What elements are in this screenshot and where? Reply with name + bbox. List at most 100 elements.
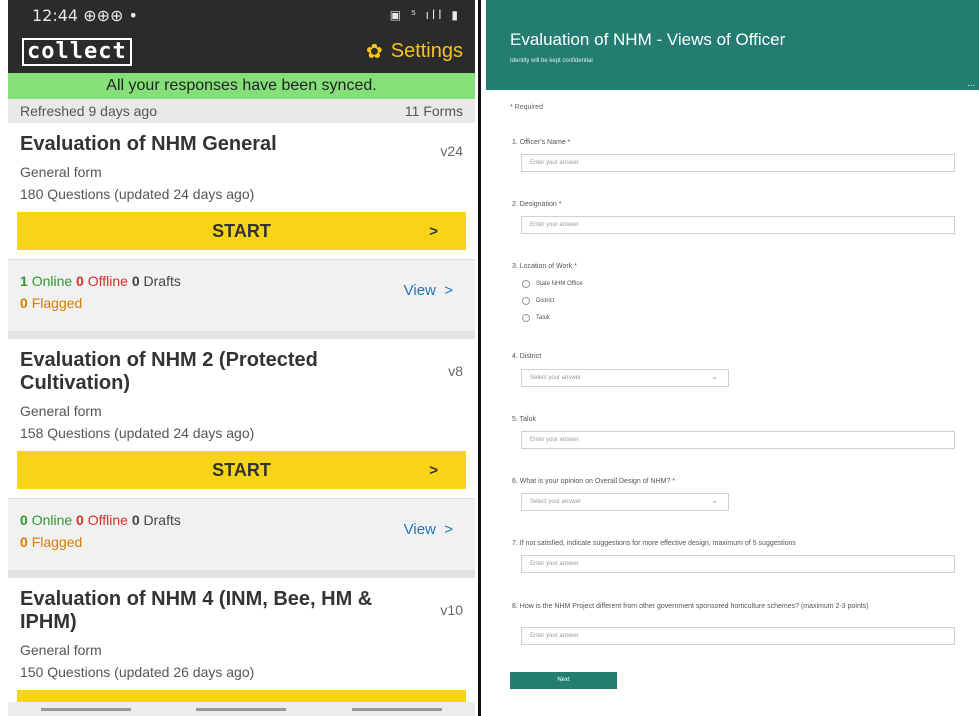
chevron-right-icon: > (429, 222, 438, 240)
status-bar: 12:44 ⊕⊕⊕ • ▣ ⁵ ıll ▮ (8, 0, 475, 30)
radio-district[interactable]: District (522, 297, 554, 305)
offline-label: Offline (87, 512, 128, 528)
form-title: Evaluation of NHM General (20, 133, 277, 155)
status-icons: ▣ ⁵ ıll ▮ (389, 8, 461, 22)
flagged-label: Flagged (31, 534, 83, 550)
stats-flagged: 0 Flagged (20, 292, 463, 314)
settings-label: Settings (390, 40, 463, 62)
stats-counts: 0 Online 0 Offline 0 Drafts (20, 509, 463, 531)
radio-circle (522, 314, 530, 322)
question-district: 4. District (512, 353, 542, 360)
district-select[interactable]: Select your answer ⌄ (521, 369, 729, 387)
question-location: 3. Location of Work * (512, 263, 577, 270)
forms-count: 11 Forms (404, 103, 463, 119)
gesture-bar (8, 702, 475, 716)
view-link[interactable]: View > (404, 282, 453, 299)
status-time: 12:44 ⊕⊕⊕ • (32, 5, 138, 25)
online-count: 1 (20, 273, 28, 289)
offline-count: 0 (76, 273, 84, 289)
radio-circle (522, 297, 530, 305)
gear-icon: ✿ (365, 41, 383, 63)
gesture-handle (40, 707, 131, 711)
form-subtitle: General form (20, 164, 102, 180)
taluk-input[interactable]: Enter your answer (521, 431, 955, 449)
form-subtitle: General form (20, 642, 102, 658)
view-label: View (403, 282, 436, 299)
question-taluk: 5. Taluk (512, 416, 536, 423)
radio-state-office[interactable]: State NHM Office (522, 280, 583, 288)
officer-name-input[interactable]: Enter your answer (521, 154, 955, 172)
drafts-count: 0 (131, 273, 140, 289)
form-version: v24 (440, 143, 463, 159)
chevron-down-icon: ⌄ (711, 496, 718, 505)
select-placeholder: Select your answer (530, 499, 582, 505)
difference-input[interactable]: Enter your answer (521, 627, 955, 645)
question-difference: 8. How is the NHM Project different from… (512, 603, 869, 610)
start-label: START (212, 459, 271, 480)
drafts-label: Drafts (143, 273, 181, 289)
view-link[interactable]: View > (404, 521, 453, 538)
more-options-icon[interactable]: ... (967, 78, 975, 88)
overall-design-select[interactable]: Select your answer ⌄ (521, 493, 729, 511)
refresh-row: Refreshed 9 days ago 11 Forms (8, 99, 475, 123)
form-page-subtitle: Identity will be kept confidential (510, 58, 593, 64)
phone-screen: 12:44 ⊕⊕⊕ • ▣ ⁵ ıll ▮ collect ✿ Settings… (8, 0, 475, 716)
online-label: Online (31, 273, 73, 289)
start-button[interactable]: START > (17, 212, 466, 250)
start-button[interactable]: START > (17, 451, 466, 489)
form-card: v10 Evaluation of NHM 4 (INM, Bee, HM & … (8, 578, 475, 716)
web-form: Evaluation of NHM - Views of Officer Ide… (486, 0, 979, 716)
chevron-right-icon: > (440, 282, 453, 299)
chevron-right-icon: > (429, 461, 438, 479)
image-divider (478, 0, 481, 716)
select-placeholder: Select your answer (530, 375, 582, 381)
form-subtitle: General form (20, 403, 102, 419)
form-title: Evaluation of NHM 4 (INM, Bee, HM & IPHM… (20, 588, 373, 633)
view-label: View (403, 521, 436, 538)
flagged-count: 0 (20, 295, 28, 311)
form-version: v8 (448, 363, 463, 379)
question-designation: 2. Designation * (512, 201, 562, 208)
flagged-label: Flagged (31, 295, 83, 311)
radio-label: Taluk (536, 315, 551, 321)
drafts-label: Drafts (143, 512, 181, 528)
online-label: Online (31, 512, 73, 528)
form-page-title: Evaluation of NHM - Views of Officer (510, 30, 786, 49)
next-button[interactable]: Next (510, 672, 617, 689)
gesture-handle (352, 707, 443, 711)
offline-count: 0 (76, 512, 84, 528)
form-header: v8 Evaluation of NHM 2 (Protected Cultiv… (8, 339, 475, 395)
card-gap (8, 331, 475, 339)
radio-taluk[interactable]: Taluk (522, 314, 550, 322)
drafts-count: 0 (131, 512, 140, 528)
card-gap (8, 570, 475, 578)
radio-label: District (536, 298, 555, 304)
radio-label: State NHM Office (536, 281, 583, 287)
app-bar: collect ✿ Settings (8, 30, 475, 73)
required-note: * Required (510, 104, 544, 111)
app-logo: collect (22, 37, 132, 66)
gesture-handle (196, 707, 287, 711)
form-questions: 150 Questions (updated 26 days ago) (20, 664, 255, 680)
screenshot-root: 12:44 ⊕⊕⊕ • ▣ ⁵ ıll ▮ collect ✿ Settings… (0, 0, 979, 716)
designation-input[interactable]: Enter your answer (521, 216, 955, 234)
refreshed-text: Refreshed 9 days ago (20, 103, 157, 119)
stats-counts: 1 Online 0 Offline 0 Drafts (20, 270, 463, 292)
form-questions: 158 Questions (updated 24 days ago) (20, 425, 255, 441)
question-suggestions: 7. If not satisfied, indicate suggestion… (512, 540, 796, 547)
question-officer-name: 1. Officer's Name * (512, 139, 571, 146)
form-header: v24 Evaluation of NHM General (8, 123, 475, 159)
suggestions-input[interactable]: Enter your answer (521, 555, 955, 573)
settings-button[interactable]: ✿ Settings (366, 39, 463, 64)
flagged-count: 0 (20, 534, 28, 550)
form-card: v8 Evaluation of NHM 2 (Protected Cultiv… (8, 339, 475, 570)
form-banner: Evaluation of NHM - Views of Officer Ide… (486, 0, 979, 90)
question-overall-design: 6. What is your opinion on Overall Desig… (512, 478, 676, 485)
radio-circle (522, 280, 530, 288)
form-version: v10 (440, 602, 463, 618)
offline-label: Offline (87, 273, 128, 289)
form-header: v10 Evaluation of NHM 4 (INM, Bee, HM & … (8, 578, 475, 634)
stats-flagged: 0 Flagged (20, 531, 463, 553)
sync-banner: All your responses have been synced. (8, 73, 475, 99)
chevron-down-icon: ⌄ (711, 372, 718, 381)
